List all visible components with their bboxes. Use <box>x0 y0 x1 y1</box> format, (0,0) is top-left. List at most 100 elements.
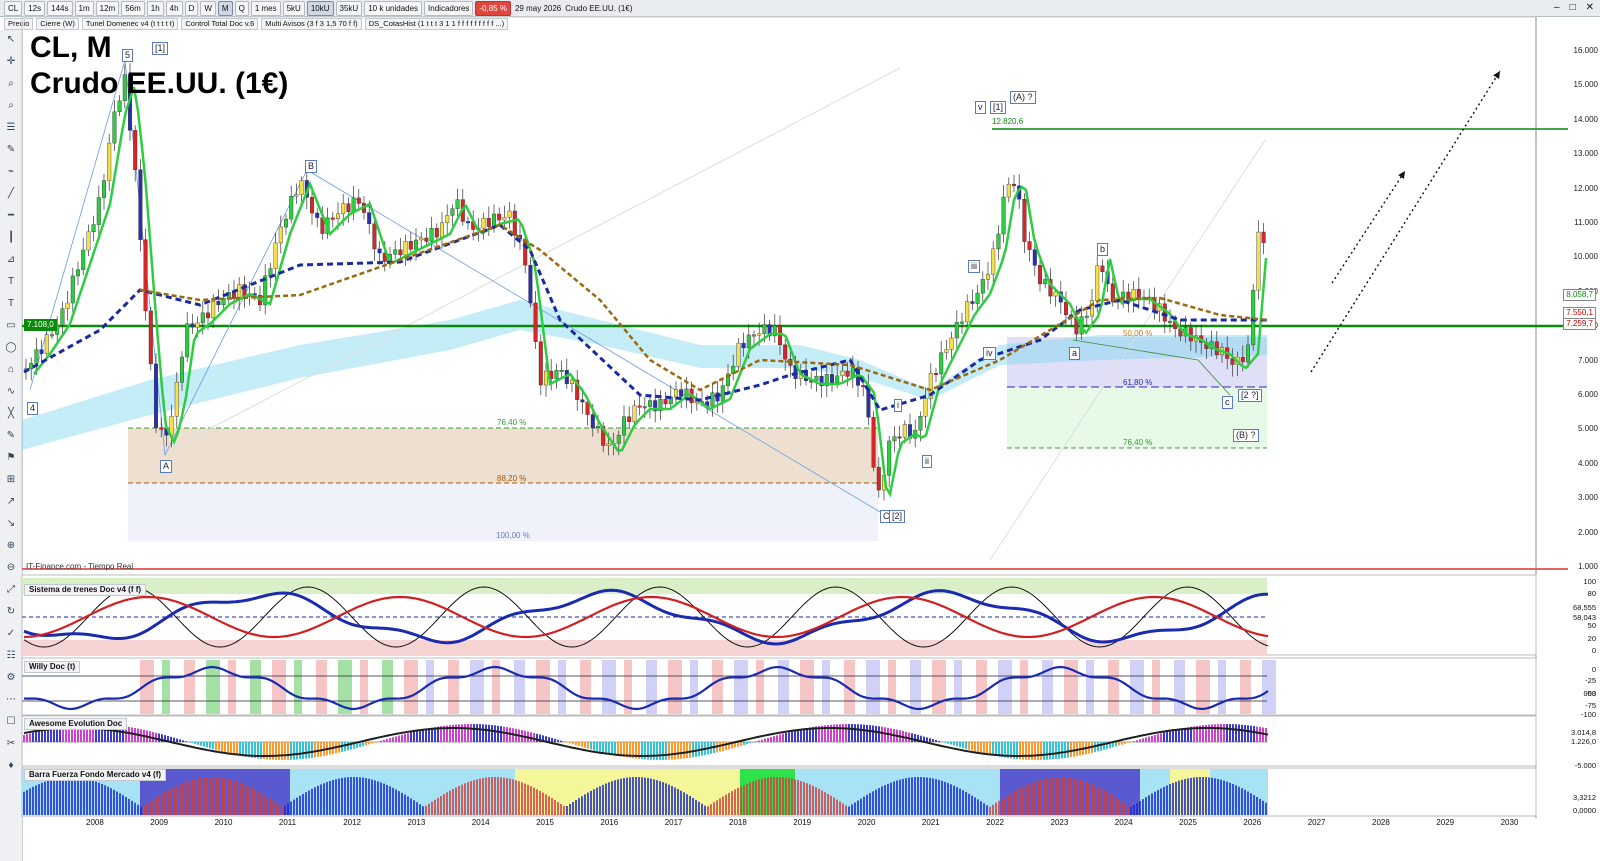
candle-body <box>377 248 382 254</box>
willy-bar <box>1196 660 1210 714</box>
candle-body <box>1121 291 1126 298</box>
candle-body <box>996 233 1001 250</box>
year-label: 2025 <box>1179 818 1197 827</box>
candle-body <box>195 322 200 328</box>
panel-header-willy[interactable]: Willy Doc (t) <box>24 661 81 673</box>
panel-header-awesome[interactable]: Awesome Evolution Doc <box>24 718 128 730</box>
candle-body <box>980 279 985 294</box>
candle-body <box>637 405 642 408</box>
ma2-price-tag: 7.259,7 <box>1563 318 1596 330</box>
candle-body <box>1037 265 1042 285</box>
candle-body <box>492 213 497 227</box>
time-axis: 2008 2009 2010 2011 2012 2013 2014 2015 2016 2017… <box>22 818 1536 830</box>
willy-bar <box>756 660 764 714</box>
willy-bar <box>382 660 393 714</box>
panel-header-barra[interactable]: Barra Fuerza Fondo Mercado v4 (f) <box>24 769 167 781</box>
willy-bar <box>712 660 723 714</box>
year-label: 2026 <box>1243 818 1262 827</box>
candle-body <box>840 370 845 377</box>
chart-title: CL, M <box>30 31 112 64</box>
candle-body <box>91 224 96 233</box>
fib-left-0: 76,40 % <box>497 418 527 427</box>
candle-body <box>96 197 101 225</box>
wave-label-v: v <box>975 101 986 114</box>
panel-axis-tick: 0 <box>1591 665 1596 674</box>
candle-body <box>455 199 460 209</box>
trenes-oversold-zone <box>22 640 1267 655</box>
candle-body <box>523 239 528 266</box>
chart-canvas[interactable] <box>0 0 1600 861</box>
projection-arrow-2-head <box>1493 71 1500 79</box>
candle-body <box>216 301 221 306</box>
panel-axis-tick: 50 <box>1587 621 1596 630</box>
candle-body <box>871 416 876 468</box>
candle-body <box>205 312 210 319</box>
willy-bar <box>514 660 525 714</box>
wave-label-b: b <box>1097 243 1109 256</box>
candle-body <box>814 375 819 381</box>
candle-body <box>179 356 184 383</box>
wave-label-v1: [1] <box>990 101 1007 114</box>
candle-body <box>559 370 564 372</box>
willy-bar <box>1174 660 1185 714</box>
price-tick: 11.000 <box>1574 218 1598 227</box>
willy-bar <box>976 660 987 714</box>
candle-body <box>1167 320 1172 323</box>
willy-bar <box>162 660 170 714</box>
willy-bar <box>294 660 302 714</box>
candle-body <box>1001 196 1006 235</box>
candle-body <box>70 275 75 304</box>
panel-axis-tick: -75 <box>1585 701 1596 710</box>
candle-body <box>710 392 715 407</box>
candle-body <box>596 426 601 429</box>
year-label: 2009 <box>150 818 169 827</box>
year-label: 2013 <box>407 818 426 827</box>
candle-body <box>902 424 907 438</box>
candle-body <box>278 226 283 244</box>
candle-body <box>876 467 881 491</box>
candle-body <box>1027 241 1032 250</box>
wave-label-i: i <box>894 399 902 412</box>
panel-axis-tick: 80 <box>1587 589 1596 598</box>
candle-body <box>284 218 289 228</box>
willy-bar <box>1218 660 1226 714</box>
projection-arrow-1-head <box>1398 171 1405 179</box>
candle-body <box>830 374 835 383</box>
candle-body <box>954 321 959 339</box>
candle-body <box>330 217 335 220</box>
candle-body <box>736 342 741 367</box>
candle-body <box>720 385 725 402</box>
year-label: 2022 <box>986 818 1004 827</box>
willy-bar <box>888 660 896 714</box>
fib-right-2: 76,40 % <box>1123 438 1153 447</box>
willy-bar <box>448 660 459 714</box>
candle-body <box>1095 265 1100 301</box>
year-label: 2017 <box>664 818 683 827</box>
candle-body <box>944 349 949 353</box>
year-label: 2027 <box>1307 818 1326 827</box>
candle-body <box>34 349 39 364</box>
last-price-tag: 8.058,7 <box>1563 289 1596 301</box>
candle-body <box>424 237 429 242</box>
wave-label-wB: B <box>305 160 318 173</box>
panel-header-trenes[interactable]: Sistema de trenes Doc v4 (f f) <box>24 584 147 596</box>
year-label: 2029 <box>1436 818 1455 827</box>
candle-body <box>554 370 559 380</box>
willy-bar <box>536 660 550 714</box>
year-label: 2020 <box>857 818 876 827</box>
candle-body <box>403 241 408 256</box>
price-tick: 6.000 <box>1577 390 1598 399</box>
wave-label-A_q: (A) ? <box>1010 91 1036 104</box>
year-label: 2028 <box>1372 818 1390 827</box>
price-tick: 7.000 <box>1577 355 1598 365</box>
candle-body <box>674 389 679 398</box>
year-label: 2018 <box>729 818 747 827</box>
candle-body <box>86 231 91 251</box>
candle-body <box>1012 183 1017 187</box>
candle-body <box>408 241 413 250</box>
candle-body <box>752 334 757 337</box>
resistance-label: 12.820,6 <box>992 117 1024 126</box>
willy-bar <box>866 660 880 714</box>
willy-bar <box>1240 660 1251 714</box>
candle-body <box>466 221 471 224</box>
